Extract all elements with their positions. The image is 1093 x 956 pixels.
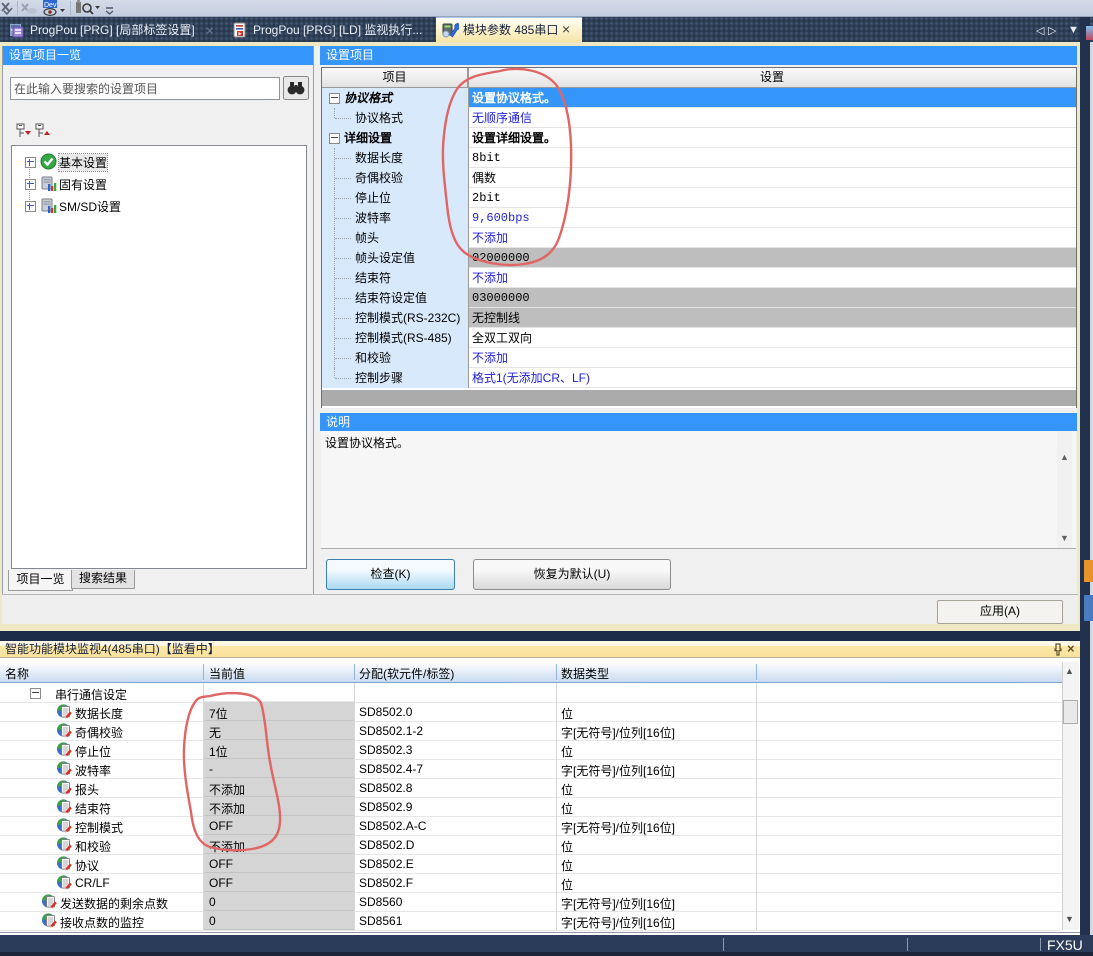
svg-text:Dev: Dev [44,2,57,9]
